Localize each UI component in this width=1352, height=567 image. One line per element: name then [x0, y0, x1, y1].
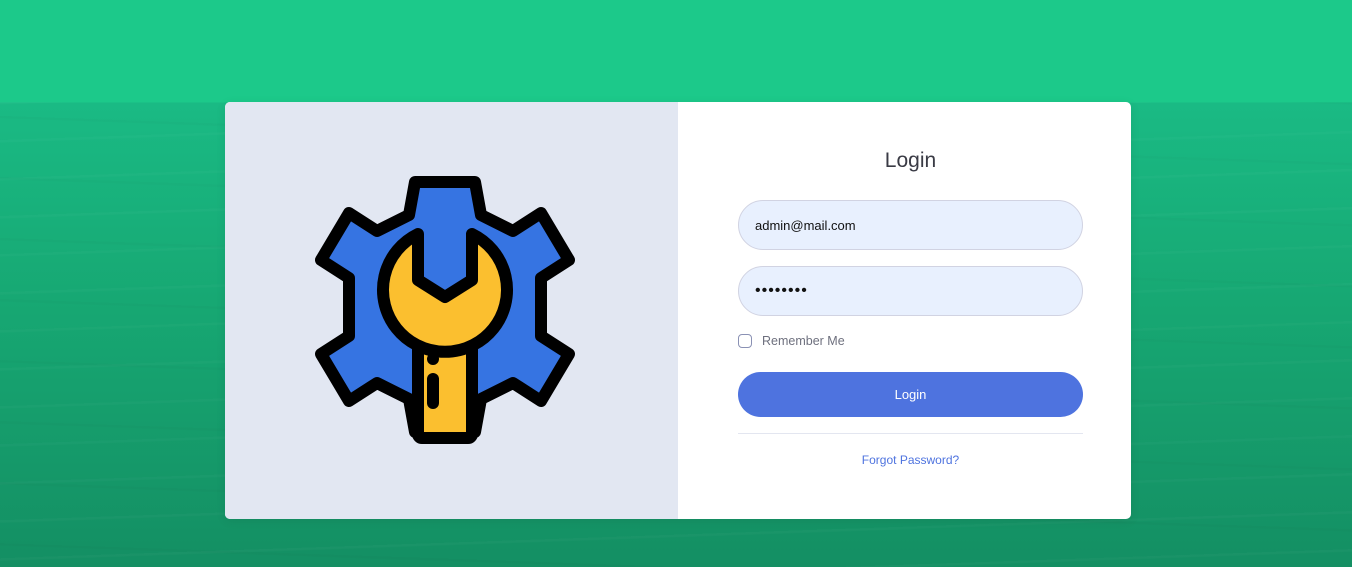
divider [738, 433, 1083, 434]
wrench-handle-dot [427, 353, 439, 365]
login-button[interactable]: Login [738, 372, 1083, 417]
login-card: Login Remember Me Login Forgot Password? [225, 102, 1131, 519]
forgot-password-link[interactable]: Forgot Password? [738, 453, 1083, 467]
login-title: Login [884, 149, 937, 172]
remember-me-checkbox[interactable] [738, 334, 752, 348]
page-background-top [0, 0, 1352, 102]
password-input[interactable] [738, 266, 1083, 316]
login-panel: Login Remember Me Login Forgot Password? [678, 102, 1131, 519]
remember-me[interactable]: Remember Me [738, 334, 845, 348]
logo-panel [225, 102, 678, 519]
gear-wrench-icon [315, 176, 575, 444]
remember-me-label[interactable]: Remember Me [762, 334, 845, 348]
email-input[interactable] [738, 200, 1083, 250]
wrench-handle-slot [427, 373, 439, 409]
